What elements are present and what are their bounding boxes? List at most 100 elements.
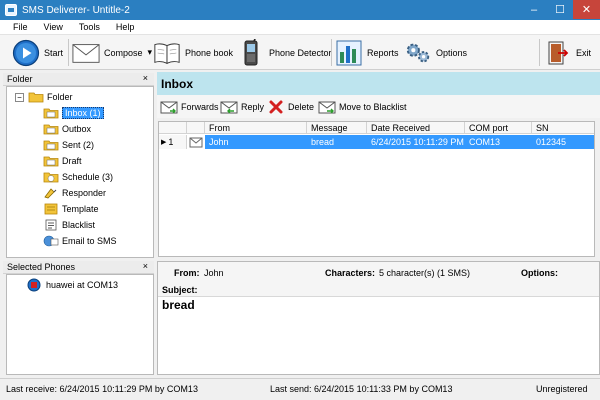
characters-value: 5 character(s) (1 SMS) <box>379 268 471 278</box>
book-icon <box>153 39 181 67</box>
registration-status: Unregistered <box>536 384 588 394</box>
sent-folder-icon <box>43 140 59 151</box>
folder-item-label: Schedule (3) <box>62 172 114 182</box>
delete-button[interactable]: Delete <box>267 98 314 116</box>
column-header-sn[interactable]: SN <box>532 122 594 134</box>
folder-item-email-to-sms[interactable]: Email to SMS <box>43 234 117 248</box>
folder-item-outbox[interactable]: Outbox <box>43 122 91 136</box>
collapse-icon[interactable]: − <box>15 92 24 102</box>
options-button[interactable]: Options <box>404 37 467 68</box>
folder-item-label: Blacklist <box>62 220 96 230</box>
folder-item-responder[interactable]: Responder <box>43 186 106 200</box>
phone-detector-button[interactable]: Phone Detector <box>237 37 332 68</box>
folder-panel-title: Folder <box>7 74 33 84</box>
folder-item-label: Template <box>62 204 99 214</box>
minimize-button[interactable]: – <box>521 0 547 19</box>
menu-tools[interactable]: Tools <box>71 22 108 32</box>
from-label: From: <box>174 268 200 278</box>
folder-root[interactable]: − Folder <box>15 90 73 104</box>
menu-help[interactable]: Help <box>108 22 143 32</box>
reply-label: Reply <box>241 102 265 112</box>
folder-item-label: Email to SMS <box>62 236 117 246</box>
folder-item-draft[interactable]: Draft <box>43 154 82 168</box>
move-to-blacklist-button[interactable]: Move to Blacklist <box>318 98 407 116</box>
column-header-date[interactable]: Date Received <box>367 122 465 134</box>
forwards-button[interactable]: Forwards <box>160 98 219 116</box>
row-status-cell <box>187 135 205 149</box>
phone-book-label: Phone book <box>185 47 234 58</box>
blacklist-icon <box>45 219 57 231</box>
toolbar-separator <box>68 39 69 66</box>
menu-bar: File View Tools Help <box>0 20 600 35</box>
row-pointer-icon: ▶ <box>161 139 167 146</box>
delete-label: Delete <box>288 102 315 112</box>
responder-icon <box>44 188 57 199</box>
folder-item-inbox[interactable]: Inbox (1) <box>43 106 104 120</box>
start-label: Start <box>44 47 64 58</box>
menu-view[interactable]: View <box>36 22 71 32</box>
inbox-title: Inbox <box>157 72 600 95</box>
folder-item-blacklist[interactable]: Blacklist <box>43 218 95 232</box>
folder-item-schedule[interactable]: Schedule (3) <box>43 170 113 184</box>
folder-panel-header: Folder × <box>3 73 154 86</box>
folder-item-label: Draft <box>62 156 82 166</box>
last-send-status: Last send: 6/24/2015 10:11:33 PM by COM1… <box>270 384 453 394</box>
options-label: Options: <box>521 268 558 278</box>
folder-item-label: Outbox <box>62 124 92 134</box>
folder-icon <box>28 92 44 103</box>
blacklist-envelope-icon <box>318 98 336 116</box>
chart-icon <box>335 39 363 67</box>
inbox-folder-icon <box>43 108 59 119</box>
cell-date: 6/24/2015 10:11:29 PM <box>371 137 464 147</box>
compose-button[interactable]: Compose ▾ <box>72 37 152 68</box>
mobile-phone-icon <box>237 38 265 67</box>
exit-label: Exit <box>576 47 592 58</box>
detail-header: From: John Characters: 5 character(s) (1… <box>158 262 599 297</box>
close-window-button[interactable]: ✕ <box>573 0 600 19</box>
chevron-down-icon[interactable]: ▾ <box>148 47 153 58</box>
characters-label: Characters: <box>325 268 376 278</box>
status-bar: Last receive: 6/24/2015 10:11:29 PM by C… <box>0 378 600 400</box>
subject-label: Subject: <box>162 285 198 295</box>
folder-tree: − Folder Inbox (1) Outbox Sent (2) Draft… <box>6 86 154 258</box>
column-header-message[interactable]: Message <box>307 122 367 134</box>
message-grid: From Message Date Received COM port SN ▶… <box>158 121 595 257</box>
close-panel-icon[interactable]: × <box>143 73 148 83</box>
cell-message: bread <box>311 137 335 147</box>
email-to-sms-icon <box>43 235 59 247</box>
phone-item-label: huawei at COM13 <box>46 280 119 290</box>
phone-status-icon <box>27 278 41 292</box>
exit-button[interactable]: Exit <box>544 37 591 68</box>
options-label: Options <box>436 47 468 58</box>
phones-panel-title: Selected Phones <box>7 262 76 272</box>
reports-button[interactable]: Reports <box>335 37 399 68</box>
phone-book-button[interactable]: Phone book <box>153 37 233 68</box>
row-index: 1 <box>168 137 174 147</box>
grid-header: From Message Date Received COM port SN <box>159 122 594 134</box>
phones-panel-header: Selected Phones × <box>3 261 154 274</box>
delete-x-icon <box>267 98 285 116</box>
schedule-folder-icon <box>43 172 59 183</box>
column-header-from[interactable]: From <box>205 122 307 134</box>
menu-file[interactable]: File <box>0 22 36 32</box>
row-indicator: ▶ 1 <box>159 135 187 149</box>
maximize-button[interactable]: ☐ <box>547 0 573 19</box>
folder-item-sent[interactable]: Sent (2) <box>43 138 94 152</box>
compose-label: Compose <box>104 47 143 58</box>
reply-envelope-icon <box>220 98 238 116</box>
start-button[interactable]: Start <box>12 37 63 68</box>
close-panel-icon[interactable]: × <box>143 261 148 271</box>
app-icon <box>5 4 17 16</box>
column-header-icon <box>187 122 205 134</box>
folder-root-label: Folder <box>47 92 73 102</box>
folder-item-label: Inbox (1) <box>62 107 104 119</box>
table-row[interactable]: ▶ 1 John bread 6/24/2015 10:11:29 PM COM… <box>159 135 594 149</box>
column-header-com-port[interactable]: COM port <box>465 122 532 134</box>
phones-list: huawei at COM13 <box>6 274 154 375</box>
folder-item-template[interactable]: Template <box>43 202 99 216</box>
message-read-icon <box>189 137 203 148</box>
reply-button[interactable]: Reply <box>220 98 264 116</box>
outbox-folder-icon <box>43 124 59 135</box>
phone-detector-label: Phone Detector <box>269 47 332 58</box>
phone-item[interactable]: huawei at COM13 <box>27 278 118 292</box>
